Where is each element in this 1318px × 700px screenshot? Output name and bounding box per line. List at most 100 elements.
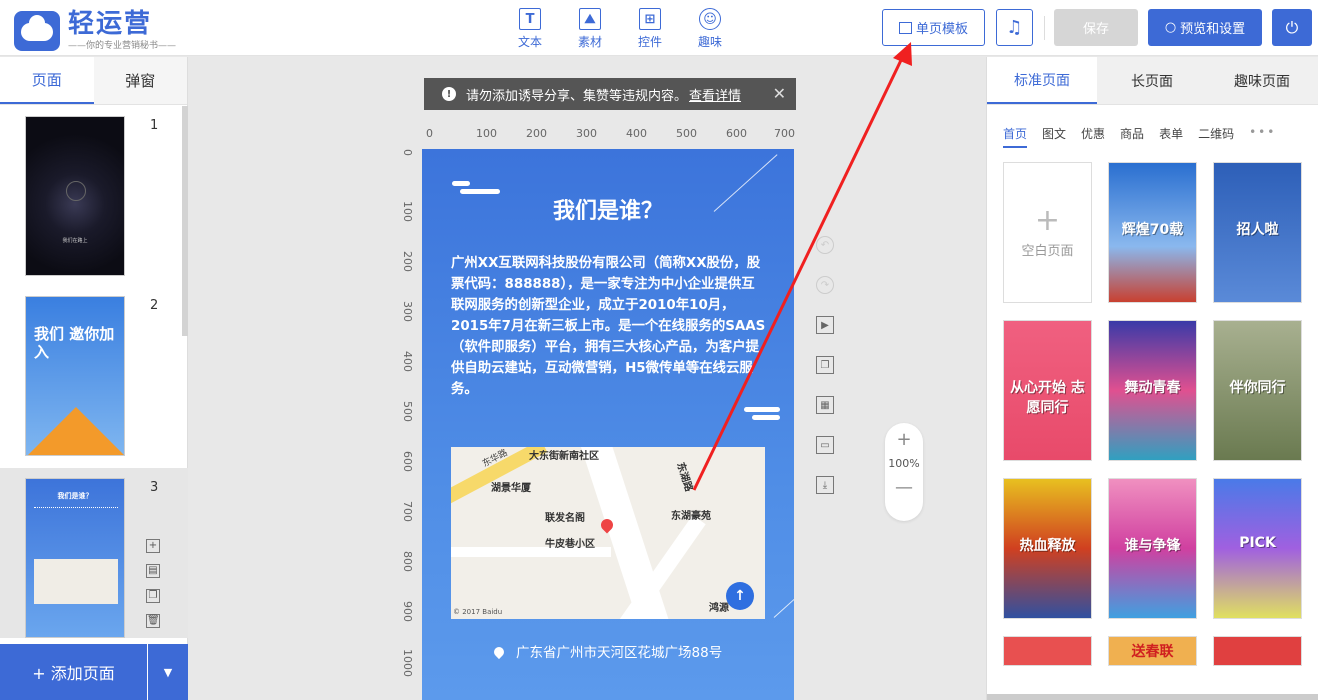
template-title: 招人啦	[1236, 221, 1279, 238]
zoom-control: + 100% —	[885, 423, 923, 521]
preview-settings-button[interactable]: ○ 预览和设置	[1148, 9, 1262, 46]
tab-long-page[interactable]: 长页面	[1097, 57, 1207, 104]
tab-popups[interactable]: 弹窗	[93, 57, 187, 104]
map-label: 牛皮巷小区	[545, 539, 595, 550]
template-card[interactable]: PICK	[1213, 478, 1302, 619]
template-card[interactable]: 谁与争锋	[1108, 478, 1197, 619]
company-intro-text[interactable]: 广州XX互联网科技股份有限公司（简称XX股份，股票代码：888888），是一家专…	[451, 253, 767, 400]
music-icon: ♫	[1006, 17, 1023, 38]
template-card[interactable]: 热血释放	[1003, 478, 1092, 619]
page-number: 1	[150, 118, 159, 133]
ruler-tick: 200	[401, 251, 414, 272]
chevron-down-icon: ▼	[163, 665, 173, 679]
cloud-decoration	[744, 407, 780, 412]
template-title: 送春联	[1131, 644, 1174, 660]
page-thumbnail: 我们在路上	[25, 116, 125, 276]
tab-fun-page[interactable]: 趣味页面	[1207, 57, 1317, 104]
blank-page-template[interactable]: + 空白页面	[1003, 162, 1092, 303]
trash-icon[interactable]: 🗑	[146, 614, 160, 628]
navigate-up-icon[interactable]: ↑	[726, 582, 754, 610]
notice-text: 请勿添加诱导分享、集赞等违规内容。	[466, 88, 688, 104]
zoom-out-icon[interactable]: —	[885, 477, 923, 499]
copy-icon[interactable]: ❐	[146, 589, 160, 603]
page-canvas[interactable]: 我们是谁？ 广州XX互联网科技股份有限公司（简称XX股份，股票代码：888888…	[422, 149, 794, 700]
tool-widgets[interactable]: ⊞ 控件	[620, 8, 680, 50]
single-page-template-button[interactable]: 单页模板	[882, 9, 985, 46]
tool-text[interactable]: T 文本	[500, 8, 560, 50]
page-title[interactable]: 我们是谁？	[422, 193, 794, 225]
template-card[interactable]: 伴你同行	[1213, 320, 1302, 461]
search-icon: ○	[1164, 20, 1177, 35]
template-button-label: 单页模板	[915, 22, 968, 37]
tab-standard-page[interactable]: 标准页面	[987, 57, 1097, 104]
address-text: 广东省广州市天河区花城广场88号	[516, 645, 723, 661]
divider	[1044, 16, 1045, 40]
page-number: 2	[150, 298, 159, 313]
page-item-2[interactable]: 我们 邀你加入 2	[0, 286, 188, 456]
top-bar: 轻运营 ——你的专业营销秘书—— T 文本 ⛰ 素材 ⊞ 控件 ☺ 趣味 单页模…	[0, 0, 1318, 56]
page-list-scrollbar[interactable]	[182, 106, 188, 336]
category-offers[interactable]: 优惠	[1081, 125, 1105, 148]
tool-material[interactable]: ⛰ 素材	[560, 8, 620, 50]
page-actions: + ▤ ❐ 🗑	[146, 539, 160, 628]
category-qrcode[interactable]: 二维码	[1198, 125, 1234, 148]
notice-details-link[interactable]: 查看详情	[689, 85, 741, 104]
template-icon[interactable]: ▤	[146, 564, 160, 578]
template-card[interactable]: 招人啦	[1213, 162, 1302, 303]
map-widget[interactable]: 大东街新南社区 东华路 湖景华厦 联发名阁 东湖豪苑 牛皮巷小区 东湖路 鸿源 …	[451, 447, 765, 619]
address-line[interactable]: 广东省广州市天河区花城广场88号	[422, 641, 794, 661]
category-image-text[interactable]: 图文	[1042, 125, 1066, 148]
tab-pages[interactable]: 页面	[0, 57, 94, 104]
more-icon[interactable]: •••	[1249, 125, 1276, 148]
music-button[interactable]: ♫	[996, 9, 1033, 46]
template-panel-scrollbar[interactable]	[987, 694, 1318, 700]
map-label: 东湖豪苑	[671, 511, 711, 522]
tool-fun[interactable]: ☺ 趣味	[680, 8, 740, 50]
preview-button-label: 预览和设置	[1180, 22, 1246, 37]
cloud-logo-icon	[14, 10, 60, 51]
template-card[interactable]: 送春联	[1108, 636, 1197, 666]
map-label: 大东街新南社区	[529, 451, 599, 462]
template-title: 从心开始 志愿同行	[1010, 379, 1085, 416]
ruler-tick: 700	[401, 501, 414, 522]
redo-icon[interactable]: ↷	[816, 276, 834, 294]
template-card[interactable]	[1213, 636, 1302, 666]
category-forms[interactable]: 表单	[1159, 125, 1183, 148]
template-title: 谁与争锋	[1124, 537, 1181, 554]
add-page-button[interactable]: + 添加页面	[0, 644, 147, 700]
layers-icon[interactable]: ❐	[816, 356, 834, 374]
download-icon[interactable]: ⤓	[816, 476, 834, 494]
template-card[interactable]: 从心开始 志愿同行	[1003, 320, 1092, 461]
close-icon[interactable]: ✕	[773, 84, 786, 103]
page-number: 3	[150, 480, 159, 495]
play-icon[interactable]: ▶	[816, 316, 834, 334]
add-icon[interactable]: +	[146, 539, 160, 553]
undo-icon[interactable]: ↶	[816, 236, 834, 254]
device-icon[interactable]: ▭	[816, 436, 834, 454]
template-panel: 标准页面 长页面 趣味页面 首页 图文 优惠 商品 表单 二维码 ••• + 空…	[986, 57, 1318, 700]
warning-icon: !	[442, 87, 456, 101]
zoom-in-icon[interactable]: +	[885, 429, 923, 451]
app-logo[interactable]: 轻运营 ——你的专业营销秘书——	[14, 10, 176, 51]
template-card[interactable]: 辉煌70载	[1108, 162, 1197, 303]
power-button[interactable]: ⏻	[1272, 9, 1312, 46]
map-label: 东湖路	[674, 461, 694, 494]
page-item-1[interactable]: 我们在路上 1	[0, 106, 188, 276]
template-card[interactable]	[1003, 636, 1092, 666]
shooting-star-decoration	[773, 570, 794, 618]
text-icon: T	[519, 8, 541, 30]
category-products[interactable]: 商品	[1120, 125, 1144, 148]
add-page-dropdown[interactable]: ▼	[148, 644, 188, 700]
template-card[interactable]: 舞动青春	[1108, 320, 1197, 461]
cloud-decoration	[452, 181, 470, 186]
ruler-tick: 400	[626, 127, 647, 140]
save-button[interactable]: 保存	[1054, 9, 1138, 46]
widgets-icon: ⊞	[639, 8, 661, 30]
map-copyright: © 2017 Baidu	[453, 608, 503, 616]
page-thumbnail: 我们是谁？	[25, 478, 125, 638]
map-label: 联发名阁	[545, 513, 585, 524]
ruler-tick: 200	[526, 127, 547, 140]
category-home[interactable]: 首页	[1003, 125, 1028, 148]
power-icon: ⏻	[1285, 17, 1299, 37]
grid-icon[interactable]: ▦	[816, 396, 834, 414]
